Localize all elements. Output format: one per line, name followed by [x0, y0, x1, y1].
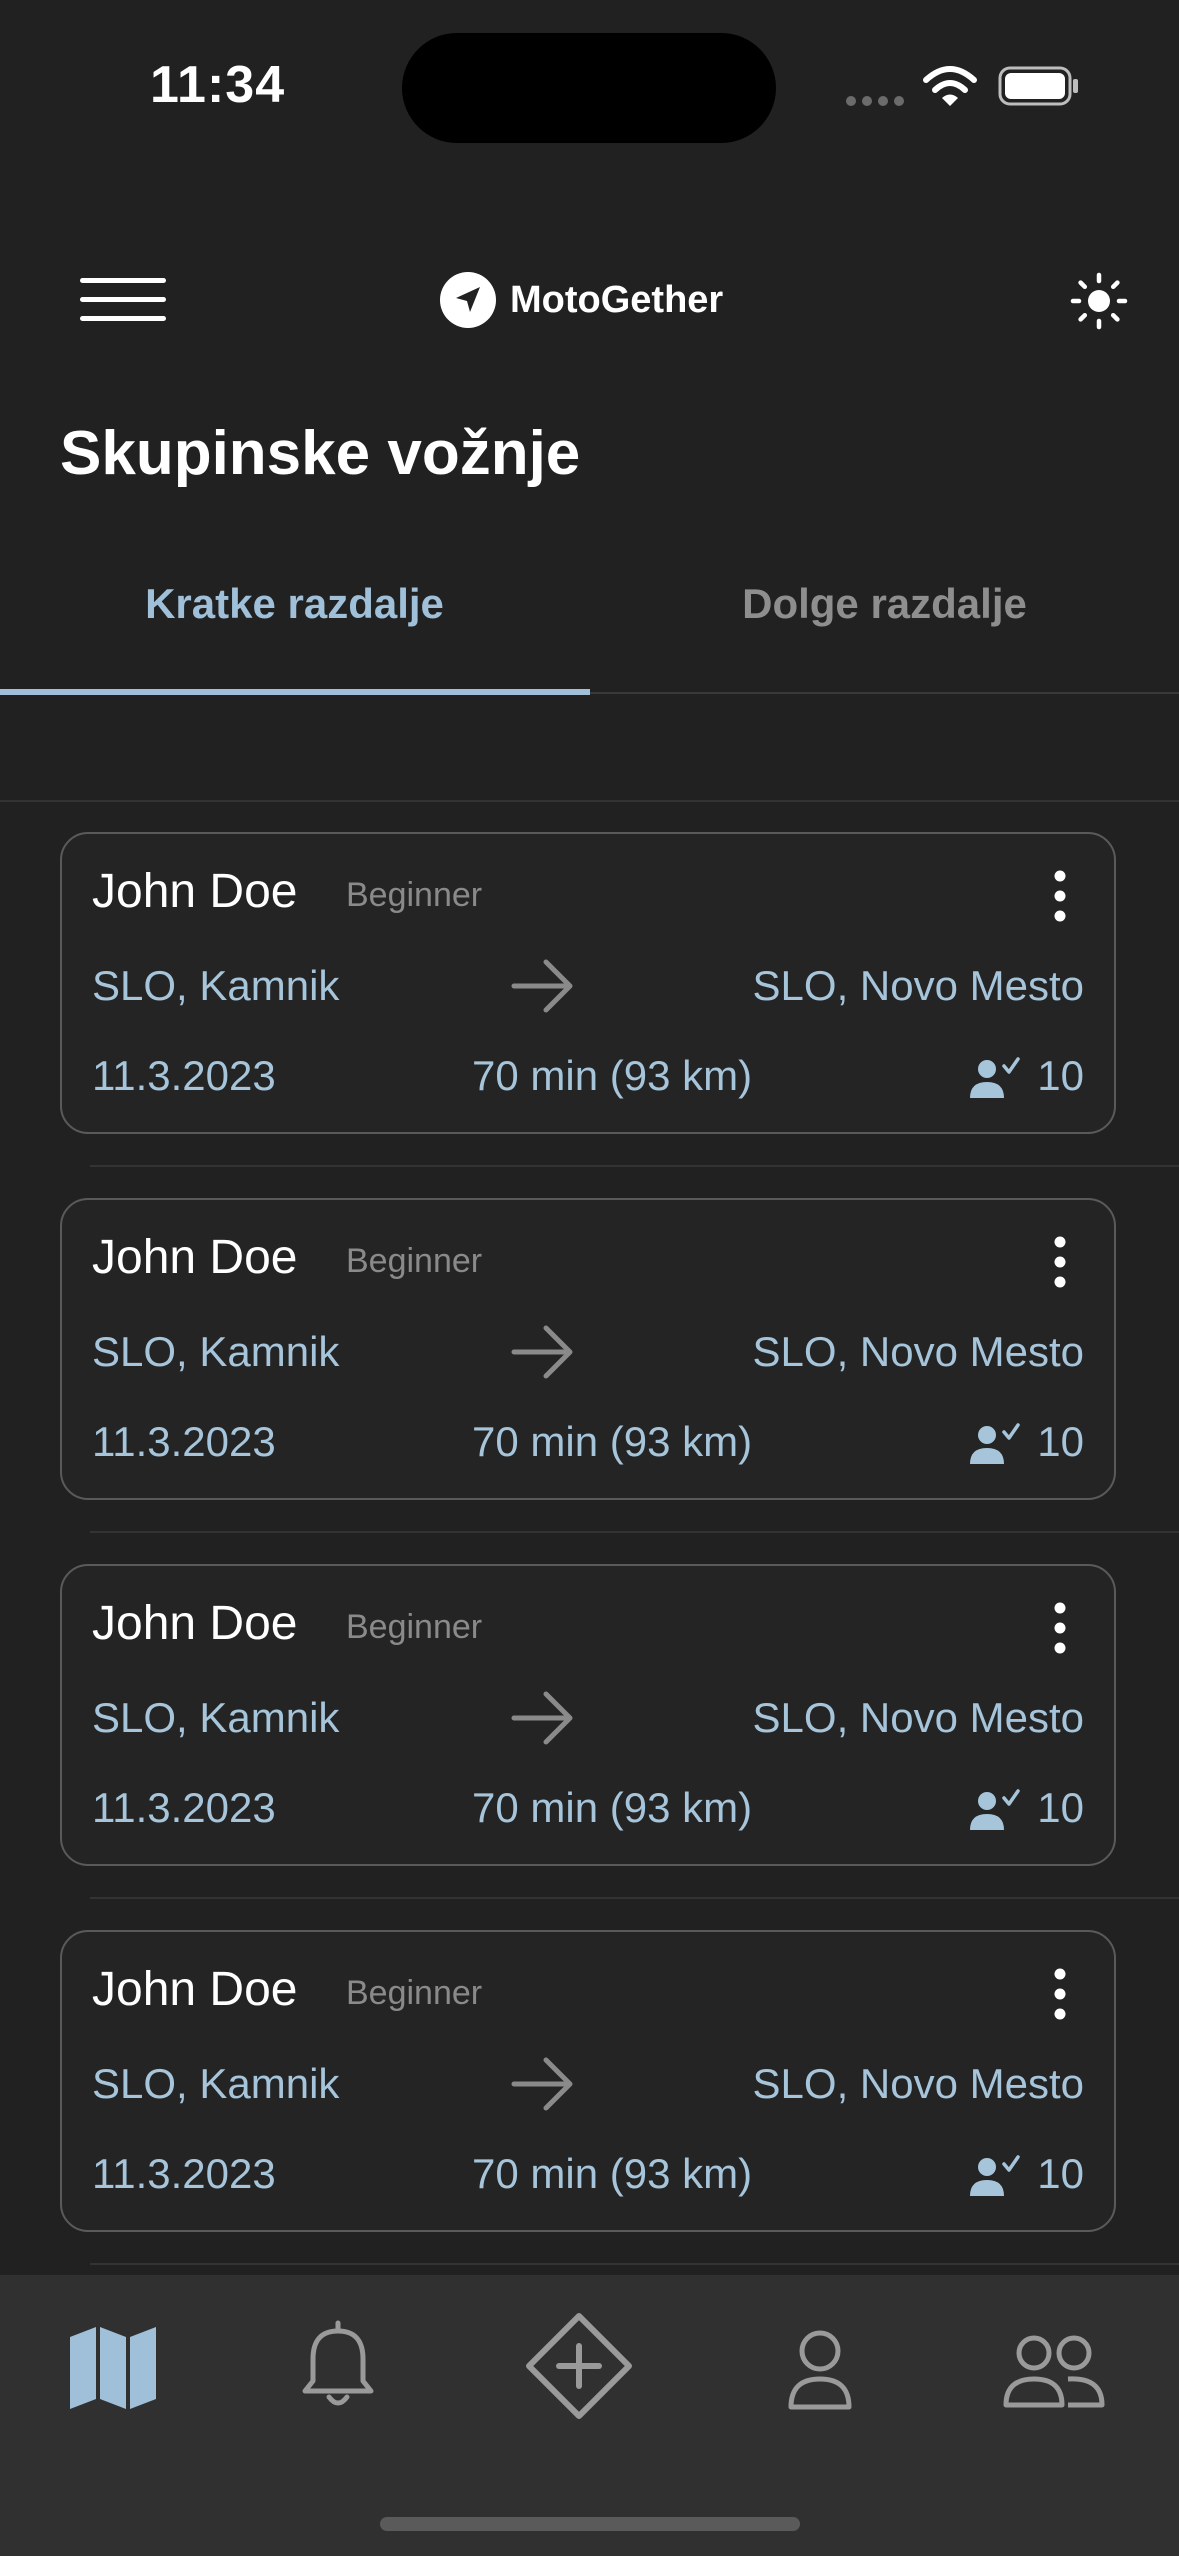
tab-active-indicator — [0, 689, 590, 695]
card-divider — [90, 1531, 1179, 1533]
ride-date: 11.3.2023 — [92, 1418, 276, 1465]
dynamic-island — [402, 33, 776, 143]
ride-origin: SLO, Kamnik — [92, 962, 340, 1009]
ride-card[interactable]: John Doe Beginner SLO, Kamnik SLO, Novo … — [60, 1930, 1116, 2232]
profile-icon[interactable] — [765, 2317, 875, 2417]
rider-level: Beginner — [346, 1974, 483, 2012]
wifi-icon — [923, 66, 977, 106]
sun-icon[interactable] — [1070, 272, 1128, 330]
rider-check-icon — [970, 2155, 1020, 2196]
brand-name: MotoGether — [510, 278, 724, 321]
arrow-right-icon — [511, 959, 573, 1013]
bell-icon[interactable] — [283, 2317, 393, 2417]
screen: 11:34 MotoGether Skupinske vožnje Kratke… — [0, 0, 1179, 2556]
ride-duration: 70 min (93 km) — [472, 2150, 753, 2197]
rider-check-icon — [970, 1423, 1020, 1464]
card-divider — [90, 2263, 1179, 2265]
ride-duration: 70 min (93 km) — [472, 1784, 753, 1831]
ride-origin: SLO, Kamnik — [92, 2060, 340, 2107]
menu-icon[interactable] — [80, 275, 166, 325]
rider-name: John Doe — [92, 1231, 298, 1284]
page-title: Skupinske vožnje — [60, 419, 581, 488]
ride-date: 11.3.2023 — [92, 1784, 276, 1831]
rider-name: John Doe — [92, 1963, 298, 2016]
home-indicator[interactable] — [380, 2517, 800, 2531]
more-options-icon[interactable] — [1048, 1234, 1072, 1290]
arrow-right-icon — [511, 1325, 573, 1379]
brand: MotoGether — [440, 272, 723, 328]
ride-date: 11.3.2023 — [92, 1052, 276, 1099]
battery-icon — [998, 66, 1078, 106]
ride-duration: 70 min (93 km) — [472, 1418, 753, 1465]
arrow-right-icon — [511, 2057, 573, 2111]
ride-date: 11.3.2023 — [92, 2150, 276, 2197]
rider-name: John Doe — [92, 865, 298, 918]
rider-name: John Doe — [92, 1597, 298, 1650]
rider-count: 10 — [1037, 1784, 1084, 1831]
rider-level: Beginner — [346, 1608, 483, 1646]
card-divider — [90, 1165, 1179, 1167]
ride-duration: 70 min (93 km) — [472, 1052, 753, 1099]
section-divider — [0, 800, 1179, 802]
map-icon[interactable] — [58, 2317, 168, 2417]
ride-card[interactable]: John Doe Beginner SLO, Kamnik SLO, Novo … — [60, 1198, 1116, 1500]
tab-short-distances[interactable]: Kratke razdalje — [0, 580, 589, 628]
rider-count: 10 — [1037, 2150, 1084, 2197]
card-divider — [90, 1897, 1179, 1899]
ride-origin: SLO, Kamnik — [92, 1694, 340, 1741]
rider-check-icon — [970, 1789, 1020, 1830]
ride-destination: SLO, Novo Mesto — [752, 2060, 1084, 2107]
cellular-signal-icon — [846, 96, 904, 106]
ride-destination: SLO, Novo Mesto — [752, 962, 1084, 1009]
more-options-icon[interactable] — [1048, 1600, 1072, 1656]
rider-level: Beginner — [346, 1242, 483, 1280]
group-icon[interactable] — [998, 2317, 1108, 2417]
status-time: 11:34 — [150, 56, 286, 114]
rider-count: 10 — [1037, 1052, 1084, 1099]
more-options-icon[interactable] — [1048, 868, 1072, 924]
navigation-arrow-icon — [440, 272, 496, 328]
tab-long-distances[interactable]: Dolge razdalje — [590, 580, 1179, 628]
ride-destination: SLO, Novo Mesto — [752, 1694, 1084, 1741]
rider-check-icon — [970, 1057, 1020, 1098]
add-ride-icon[interactable] — [523, 2310, 635, 2422]
arrow-right-icon — [511, 1691, 573, 1745]
ride-card[interactable]: John Doe Beginner SLO, Kamnik SLO, Novo … — [60, 1564, 1116, 1866]
rider-level: Beginner — [346, 876, 483, 914]
ride-destination: SLO, Novo Mesto — [752, 1328, 1084, 1375]
more-options-icon[interactable] — [1048, 1966, 1072, 2022]
ride-card[interactable]: John Doe Beginner SLO, Kamnik SLO, Novo … — [60, 832, 1116, 1134]
ride-origin: SLO, Kamnik — [92, 1328, 340, 1375]
rider-count: 10 — [1037, 1418, 1084, 1465]
